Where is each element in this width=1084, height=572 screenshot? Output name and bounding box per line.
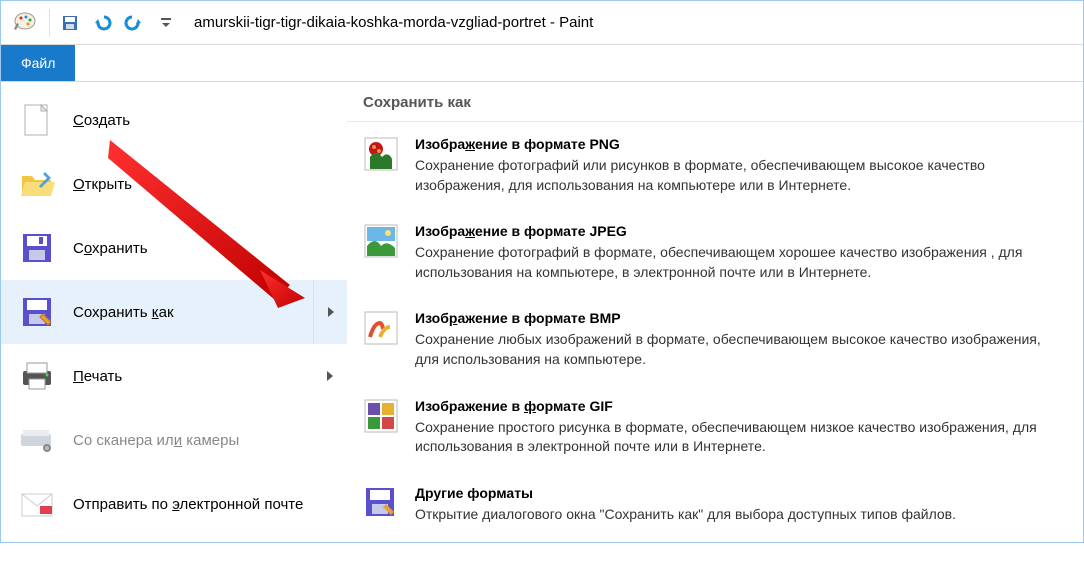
redo-icon[interactable] xyxy=(122,11,146,35)
file-menu: Создать Открыть Сохранить Сохранить как xyxy=(1,82,1083,542)
format-title: Изображение в формате GIF xyxy=(415,398,1067,414)
paint-app-icon xyxy=(9,7,41,39)
undo-icon[interactable] xyxy=(90,11,114,35)
file-tab[interactable]: Файл xyxy=(1,45,75,81)
png-icon xyxy=(363,136,399,172)
panel-header: Сохранить как xyxy=(347,82,1083,122)
gif-icon xyxy=(363,398,399,434)
save-as-disk-icon xyxy=(19,294,55,330)
menu-label-print: Печать xyxy=(73,368,295,385)
open-folder-icon xyxy=(19,166,55,202)
email-icon xyxy=(19,486,55,522)
format-desc: Сохранение простого рисунка в формате, о… xyxy=(415,418,1067,457)
format-desc: Сохранение фотографий или рисунков в фор… xyxy=(415,156,1067,195)
format-png[interactable]: Изображение в формате PNG Сохранение фот… xyxy=(347,122,1083,209)
scanner-icon xyxy=(19,422,55,458)
titlebar: amurskii-tigr-tigr-dikaia-koshka-morda-v… xyxy=(1,1,1083,45)
separator xyxy=(49,9,50,37)
jpeg-icon xyxy=(363,223,399,259)
format-title: Изображение в формате BMP xyxy=(415,310,1067,326)
format-desc: Открытие диалогового окна "Сохранить как… xyxy=(415,505,956,525)
submenu-arrow-icon xyxy=(313,344,347,408)
other-formats-icon xyxy=(363,485,399,521)
format-title: Изображение в формате PNG xyxy=(415,136,1067,152)
customize-qat-icon[interactable] xyxy=(154,11,178,35)
menu-print[interactable]: Печать xyxy=(1,344,347,408)
printer-icon xyxy=(19,358,55,394)
new-file-icon xyxy=(19,102,55,138)
menu-label-save: Сохранить xyxy=(73,240,329,257)
menu-label-save-as: Сохранить как xyxy=(73,304,295,321)
file-menu-left: Создать Открыть Сохранить Сохранить как xyxy=(1,82,347,542)
format-desc: Сохранение фотографий в формате, обеспеч… xyxy=(415,243,1067,282)
format-title: Другие форматы xyxy=(415,485,956,501)
menu-label-new: Создать xyxy=(73,112,329,129)
format-desc: Сохранение любых изображений в формате, … xyxy=(415,330,1067,369)
paint-window: amurskii-tigr-tigr-dikaia-koshka-morda-v… xyxy=(0,0,1084,543)
menu-save[interactable]: Сохранить xyxy=(1,216,347,280)
format-bmp[interactable]: Изображение в формате BMP Сохранение люб… xyxy=(347,296,1083,383)
ribbon-tabs: Файл xyxy=(1,45,1083,82)
menu-email[interactable]: Отправить по электронной почте xyxy=(1,472,347,536)
format-jpeg[interactable]: Изображение в формате JPEG Сохранение фо… xyxy=(347,209,1083,296)
format-title: Изображение в формате JPEG xyxy=(415,223,1067,239)
menu-label-open: Открыть xyxy=(73,176,329,193)
submenu-arrow-icon xyxy=(313,280,347,344)
format-other[interactable]: Другие форматы Открытие диалогового окна… xyxy=(347,471,1083,539)
menu-scanner: Со сканера или камеры xyxy=(1,408,347,472)
format-gif[interactable]: Изображение в формате GIF Сохранение про… xyxy=(347,384,1083,471)
menu-open[interactable]: Открыть xyxy=(1,152,347,216)
menu-save-as[interactable]: Сохранить как xyxy=(1,280,347,344)
bmp-icon xyxy=(363,310,399,346)
save-qat-icon[interactable] xyxy=(58,11,82,35)
save-disk-icon xyxy=(19,230,55,266)
menu-label-email: Отправить по электронной почте xyxy=(73,496,329,513)
menu-new[interactable]: Создать xyxy=(1,88,347,152)
save-as-panel: Сохранить как Изображение в формате PNG … xyxy=(347,82,1083,542)
window-title: amurskii-tigr-tigr-dikaia-koshka-morda-v… xyxy=(194,14,593,31)
menu-label-scanner: Со сканера или камеры xyxy=(73,432,329,449)
